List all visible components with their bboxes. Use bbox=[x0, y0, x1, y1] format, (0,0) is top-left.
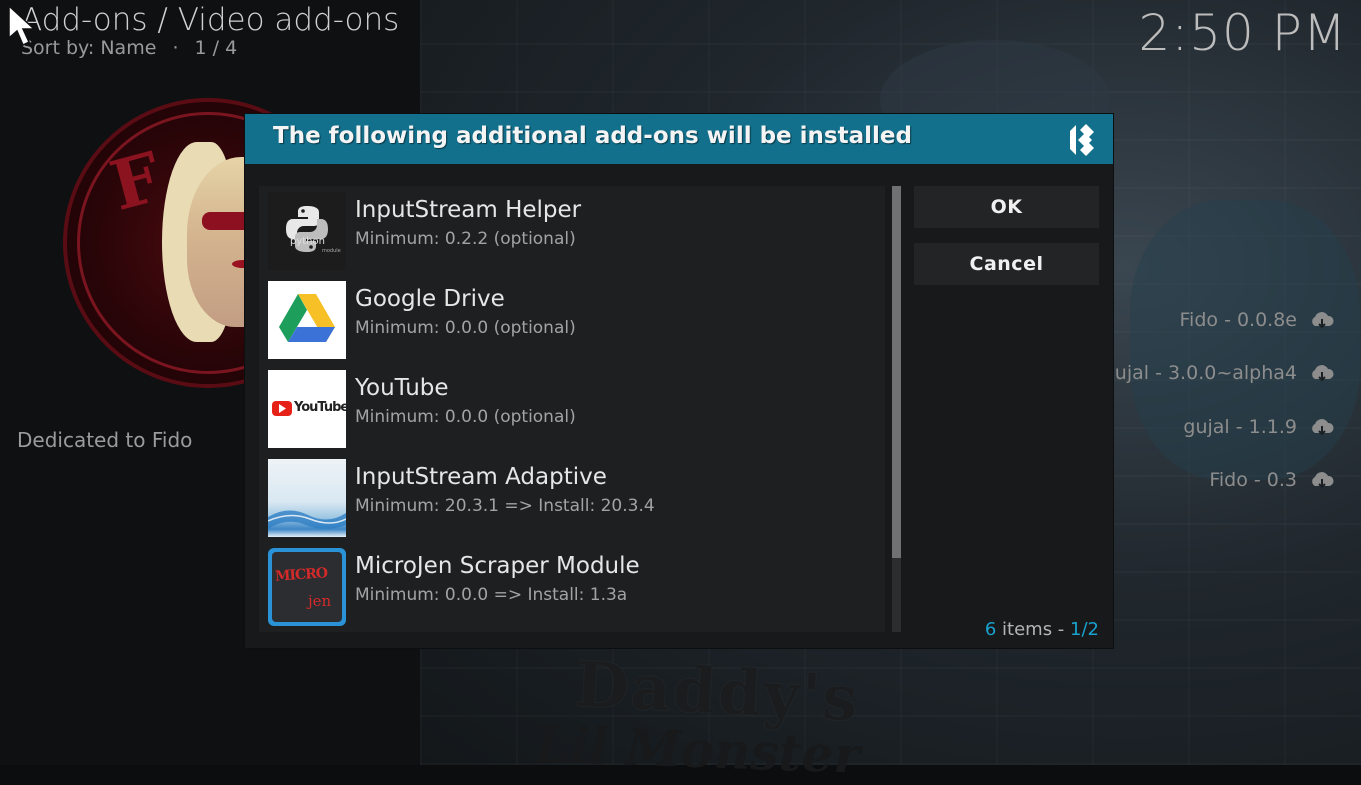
mouse-cursor-icon bbox=[8, 4, 36, 47]
dialog-header: The following additional add-ons will be… bbox=[245, 114, 1113, 164]
version-item[interactable]: Fido - 0.3 bbox=[1075, 454, 1335, 508]
list-item[interactable]: Google Drive Minimum: 0.0.0 (optional) bbox=[268, 280, 880, 360]
item-title: YouTube bbox=[355, 375, 449, 401]
item-title: Google Drive bbox=[355, 286, 505, 312]
google-drive-icon bbox=[268, 281, 346, 359]
cloud-download-icon bbox=[1312, 418, 1334, 436]
page-title: Add-ons / Video add-ons bbox=[21, 2, 400, 38]
item-subtitle: Minimum: 0.0.0 (optional) bbox=[355, 318, 576, 338]
kodi-logo-icon bbox=[1070, 124, 1094, 156]
version-label: gujal - 1.1.9 bbox=[1183, 415, 1297, 438]
version-label: gujal - 3.0.0~alpha4 bbox=[1102, 362, 1297, 385]
background-text: Lil Monster bbox=[534, 714, 861, 785]
version-label: Fido - 0.0.8e bbox=[1179, 308, 1297, 331]
version-item[interactable]: gujal - 3.0.0~alpha4 bbox=[1075, 347, 1335, 401]
list-item[interactable]: YouTube YouTube Minimum: 0.0.0 (optional… bbox=[268, 369, 880, 449]
microjen-logo-bottom: jen bbox=[308, 592, 332, 610]
item-subtitle: Minimum: 20.3.1 => Install: 20.3.4 bbox=[355, 496, 655, 516]
python-label: python bbox=[290, 236, 325, 247]
cloud-download-icon bbox=[1312, 365, 1334, 382]
python-module-icon: python module bbox=[268, 192, 346, 270]
cloud-download-icon bbox=[1312, 472, 1334, 489]
version-item[interactable]: Fido - 0.0.8e bbox=[1075, 293, 1335, 347]
python-module-label: module bbox=[322, 248, 341, 254]
version-list: Fido - 0.0.8e gujal - 3.0.0~alpha4 gujal… bbox=[1075, 293, 1335, 507]
item-title: MicroJen Scraper Module bbox=[355, 553, 640, 579]
youtube-wordmark: YouTube bbox=[294, 400, 346, 415]
list-scrollbar[interactable] bbox=[892, 186, 901, 632]
cloud-download-icon bbox=[1312, 311, 1334, 329]
dialog-title: The following additional add-ons will be… bbox=[273, 123, 912, 149]
list-item[interactable]: InputStream Adaptive Minimum: 20.3.1 => … bbox=[268, 458, 880, 538]
count-separator: - bbox=[1052, 619, 1071, 640]
addon-description: Dedicated to Fido bbox=[17, 428, 193, 452]
items-total: 6 bbox=[984, 619, 997, 640]
item-subtitle: Minimum: 0.2.2 (optional) bbox=[355, 229, 576, 249]
page-indicator: 1/2 bbox=[1070, 619, 1099, 640]
inputstream-adaptive-icon bbox=[268, 459, 346, 537]
scrollbar-thumb[interactable] bbox=[892, 186, 901, 558]
ok-button[interactable]: OK bbox=[914, 186, 1099, 228]
list-position: 1 / 4 bbox=[194, 37, 238, 59]
sort-info[interactable]: Sort by: Name · 1 / 4 bbox=[21, 37, 237, 59]
item-subtitle: Minimum: 0.0.0 => Install: 1.3a bbox=[355, 585, 628, 605]
items-count: 6 items - 1/2 bbox=[985, 619, 1099, 640]
list-item[interactable]: MICRO jen MicroJen Scraper Module Minimu… bbox=[268, 547, 880, 627]
youtube-icon: YouTube bbox=[268, 370, 346, 448]
microjen-icon: MICRO jen bbox=[268, 548, 346, 626]
sort-label: Sort by: Name bbox=[21, 37, 157, 59]
version-item[interactable]: gujal - 1.1.9 bbox=[1075, 400, 1335, 454]
addon-list: python module InputStream Helper Minimum… bbox=[259, 186, 885, 632]
separator: · bbox=[172, 37, 179, 59]
install-dependencies-dialog: The following additional add-ons will be… bbox=[245, 114, 1113, 648]
items-word: items bbox=[1002, 619, 1053, 640]
clock: 2:50 PM bbox=[1138, 4, 1347, 62]
cancel-button[interactable]: Cancel bbox=[914, 243, 1099, 285]
item-title: InputStream Helper bbox=[355, 197, 582, 223]
item-subtitle: Minimum: 0.0.0 (optional) bbox=[355, 407, 576, 427]
version-label: Fido - 0.3 bbox=[1209, 469, 1297, 492]
list-item[interactable]: python module InputStream Helper Minimum… bbox=[268, 191, 880, 271]
item-title: InputStream Adaptive bbox=[355, 464, 607, 490]
